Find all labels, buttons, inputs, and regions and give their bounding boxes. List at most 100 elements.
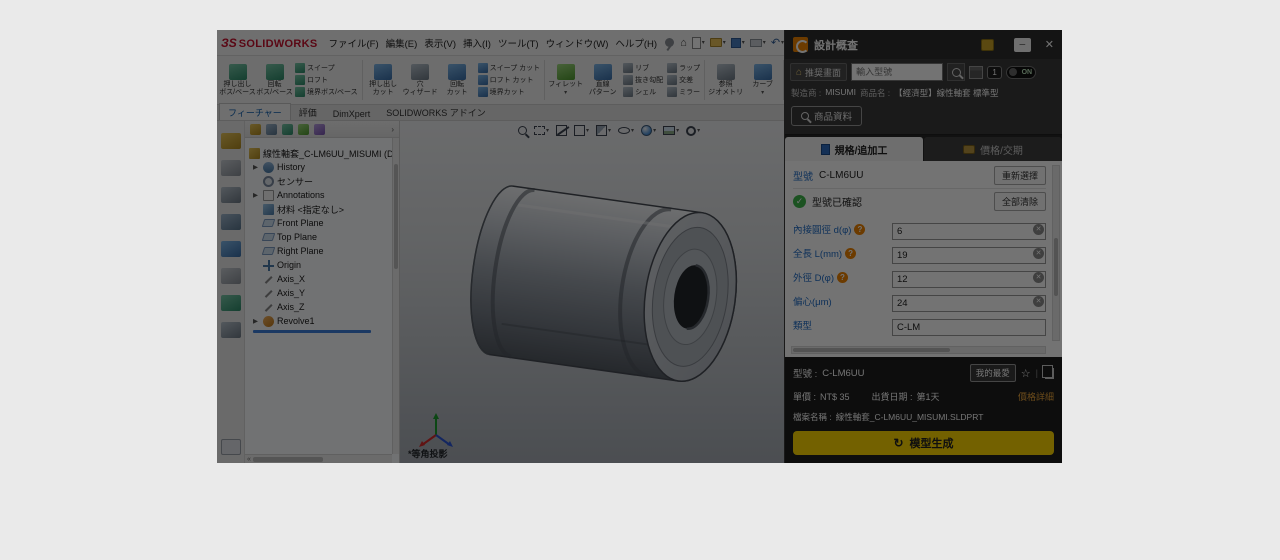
- wrap-button[interactable]: ラップ: [667, 63, 700, 73]
- cart-icon[interactable]: [981, 39, 994, 51]
- menu-insert[interactable]: 挿入(I): [460, 34, 494, 52]
- left-toolbar-grid-icon[interactable]: [221, 439, 241, 455]
- undo-icon[interactable]: ↶▾: [770, 35, 785, 51]
- menu-view[interactable]: 表示(V): [421, 34, 459, 52]
- sweep-button[interactable]: スイープ: [295, 63, 358, 73]
- type-input[interactable]: [892, 319, 1046, 336]
- recommended-screen-button[interactable]: ⌂ 推奨畫面: [790, 63, 847, 81]
- scroll-left-icon[interactable]: «: [247, 456, 251, 463]
- draft-button[interactable]: 抜き勾配: [623, 75, 663, 85]
- menu-help[interactable]: ヘルプ(H): [612, 34, 660, 52]
- reference-geometry-button[interactable]: 参照ジオメトリ: [707, 57, 744, 103]
- tree-item-revolve1[interactable]: ▶ Revolve1: [245, 314, 392, 328]
- tab-evaluate[interactable]: 評価: [291, 104, 325, 120]
- help-icon[interactable]: ?: [854, 224, 865, 235]
- zoom-fit-icon[interactable]: [518, 123, 527, 138]
- revolve-boss-button[interactable]: 回転ボス/ベース: [256, 57, 293, 103]
- tree-item-origin[interactable]: Origin: [245, 258, 392, 272]
- favorite-star-icon[interactable]: ☆: [1021, 367, 1031, 380]
- print-icon[interactable]: ▾: [749, 35, 767, 51]
- catalog-icon[interactable]: [969, 66, 983, 79]
- loft-button[interactable]: ロフト: [295, 75, 358, 85]
- copy-icon[interactable]: [1045, 368, 1054, 379]
- tree-item-sensors[interactable]: センサー: [245, 174, 392, 188]
- tree-root-item[interactable]: 線性軸套_C-LM6UU_MISUMI (Default<<: [245, 146, 392, 160]
- panel-horizontal-scrollbar-thumb[interactable]: [793, 348, 950, 352]
- minimize-button[interactable]: ─: [1014, 38, 1031, 52]
- curves-button[interactable]: カーブ▾: [744, 57, 781, 103]
- menu-edit[interactable]: 編集(E): [383, 34, 421, 52]
- tree-vertical-scrollbar-thumb[interactable]: [394, 164, 398, 269]
- revolve-cut-button[interactable]: 回転カット: [439, 57, 476, 103]
- clear-field-icon[interactable]: ✕: [1033, 296, 1044, 307]
- apply-scene-icon[interactable]: ▾: [663, 123, 679, 138]
- reselect-button[interactable]: 重新選擇: [994, 166, 1046, 185]
- tree-horizontal-scrollbar-thumb[interactable]: [253, 457, 323, 462]
- length-input[interactable]: [892, 247, 1046, 264]
- panel-vertical-scrollbar-thumb[interactable]: [1054, 238, 1058, 296]
- tree-item-annotations[interactable]: ▶ Annotations: [245, 188, 392, 202]
- propertymanager-tab-icon[interactable]: [266, 124, 277, 135]
- boundary-cut-button[interactable]: 境界カット: [478, 87, 541, 97]
- left-toolbar-icon-7[interactable]: [221, 295, 241, 311]
- panel-on-toggle[interactable]: ON: [1006, 66, 1036, 79]
- mirror-button[interactable]: ミラー: [667, 87, 700, 97]
- tree-horizontal-scrollbar[interactable]: «: [245, 454, 392, 463]
- sweep-cut-button[interactable]: スイープ カット: [478, 63, 541, 73]
- tree-item-axis-z[interactable]: Axis_Z: [245, 300, 392, 314]
- menu-window[interactable]: ウィンドウ(W): [543, 34, 612, 52]
- new-document-icon[interactable]: ▾: [691, 35, 706, 51]
- menu-tools[interactable]: ツール(T): [495, 34, 542, 52]
- part-number-search-input[interactable]: [851, 63, 943, 81]
- save-icon[interactable]: ▾: [730, 35, 746, 51]
- notification-badge[interactable]: 1: [987, 66, 1002, 79]
- loft-cut-button[interactable]: ロフト カット: [478, 75, 541, 85]
- display-style-icon[interactable]: ▾: [596, 123, 611, 138]
- product-info-button[interactable]: 商品資料: [791, 106, 862, 126]
- expand-arrow-icon[interactable]: ▶: [253, 191, 260, 199]
- menu-file[interactable]: ファイル(F): [326, 34, 382, 52]
- dimxpertmanager-tab-icon[interactable]: [298, 124, 309, 135]
- bushing-3d-model[interactable]: [448, 161, 778, 411]
- panel-horizontal-scrollbar[interactable]: [791, 346, 1046, 354]
- pin-icon[interactable]: [665, 38, 674, 47]
- section-view-icon[interactable]: [556, 123, 567, 138]
- graphics-viewport[interactable]: ▾ ▾ ▾ ▾ ▾ ▾ ▾: [400, 121, 785, 463]
- tree-item-front-plane[interactable]: Front Plane: [245, 216, 392, 230]
- tree-item-axis-y[interactable]: Axis_Y: [245, 286, 392, 300]
- tree-item-history[interactable]: ▶ History: [245, 160, 392, 174]
- view-settings-icon[interactable]: ▾: [686, 123, 700, 138]
- displaymanager-tab-icon[interactable]: [314, 124, 325, 135]
- extrude-cut-button[interactable]: 押し出しカット: [365, 57, 402, 103]
- left-toolbar-icon-6[interactable]: [221, 268, 241, 284]
- view-orientation-icon[interactable]: ▾: [574, 123, 589, 138]
- rollback-bar[interactable]: [253, 330, 371, 333]
- clear-field-icon[interactable]: ✕: [1033, 272, 1044, 283]
- configurationmanager-tab-icon[interactable]: [282, 124, 293, 135]
- expand-arrow-icon[interactable]: ▶: [253, 317, 260, 325]
- clear-field-icon[interactable]: ✕: [1033, 248, 1044, 259]
- left-toolbar-icon-8[interactable]: [221, 322, 241, 338]
- tree-item-right-plane[interactable]: Right Plane: [245, 244, 392, 258]
- left-toolbar-icon-3[interactable]: [221, 187, 241, 203]
- outer-diameter-input[interactable]: [892, 271, 1046, 288]
- tree-item-top-plane[interactable]: Top Plane: [245, 230, 392, 244]
- eccentricity-input[interactable]: [892, 295, 1046, 312]
- zoom-area-icon[interactable]: ▾: [534, 123, 549, 138]
- fillet-button[interactable]: フィレット▾: [547, 57, 584, 103]
- intersect-button[interactable]: 交差: [667, 75, 700, 85]
- tab-price-delivery[interactable]: 價格/交期: [924, 137, 1062, 161]
- tree-tabs-overflow-icon[interactable]: ›: [391, 125, 394, 134]
- clear-field-icon[interactable]: ✕: [1033, 224, 1044, 235]
- tree-vertical-scrollbar[interactable]: [392, 138, 399, 454]
- price-detail-link[interactable]: 價格詳細: [1018, 390, 1054, 403]
- left-toolbar-icon-5[interactable]: [221, 241, 241, 257]
- hole-wizard-button[interactable]: 穴ウィザード: [402, 57, 439, 103]
- home-icon[interactable]: ⌂: [679, 35, 688, 51]
- help-icon[interactable]: ?: [837, 272, 848, 283]
- tree-item-axis-x[interactable]: Axis_X: [245, 272, 392, 286]
- generate-model-button[interactable]: ↻ 模型生成: [793, 431, 1054, 455]
- close-button[interactable]: ✕: [1045, 38, 1054, 51]
- boundary-boss-button[interactable]: 境界ボス/ベース: [295, 87, 358, 97]
- left-toolbar-icon-4[interactable]: [221, 214, 241, 230]
